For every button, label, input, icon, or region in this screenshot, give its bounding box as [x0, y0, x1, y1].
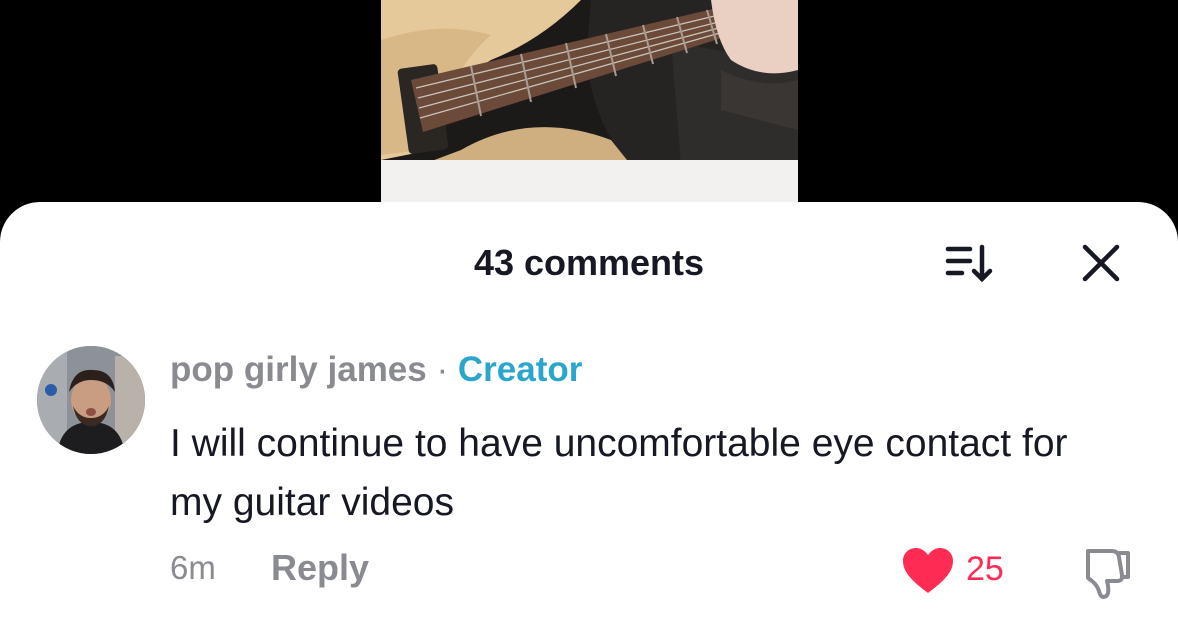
comment-text: I will continue to have uncomfortable ey…	[170, 422, 1068, 524]
like-button[interactable]	[902, 547, 954, 595]
heart-icon	[903, 548, 953, 593]
close-button[interactable]	[1072, 238, 1130, 288]
guitar-video-thumbnail	[381, 0, 798, 202]
creator-badge: Creator	[457, 350, 583, 389]
comments-sheet: 43 comments pop girly james · Creator I …	[0, 202, 1178, 641]
sort-button[interactable]	[938, 238, 998, 288]
separator: ·	[436, 350, 449, 389]
like-count: 25	[966, 550, 1004, 588]
reply-button[interactable]: Reply	[271, 547, 369, 589]
comments-count-title: 43 comments	[473, 242, 705, 283]
username[interactable]: pop girly james	[170, 350, 427, 389]
thumbs-down-icon	[1086, 549, 1130, 599]
comment-time: 6m	[170, 549, 216, 586]
video-preview[interactable]	[381, 0, 798, 202]
dislike-button[interactable]	[1078, 545, 1134, 601]
comment-header: pop girly james · Creator	[170, 350, 582, 390]
avatar[interactable]	[37, 346, 145, 454]
close-icon	[1082, 244, 1120, 282]
sort-down-icon	[945, 244, 993, 283]
avatar-photo	[37, 346, 145, 454]
